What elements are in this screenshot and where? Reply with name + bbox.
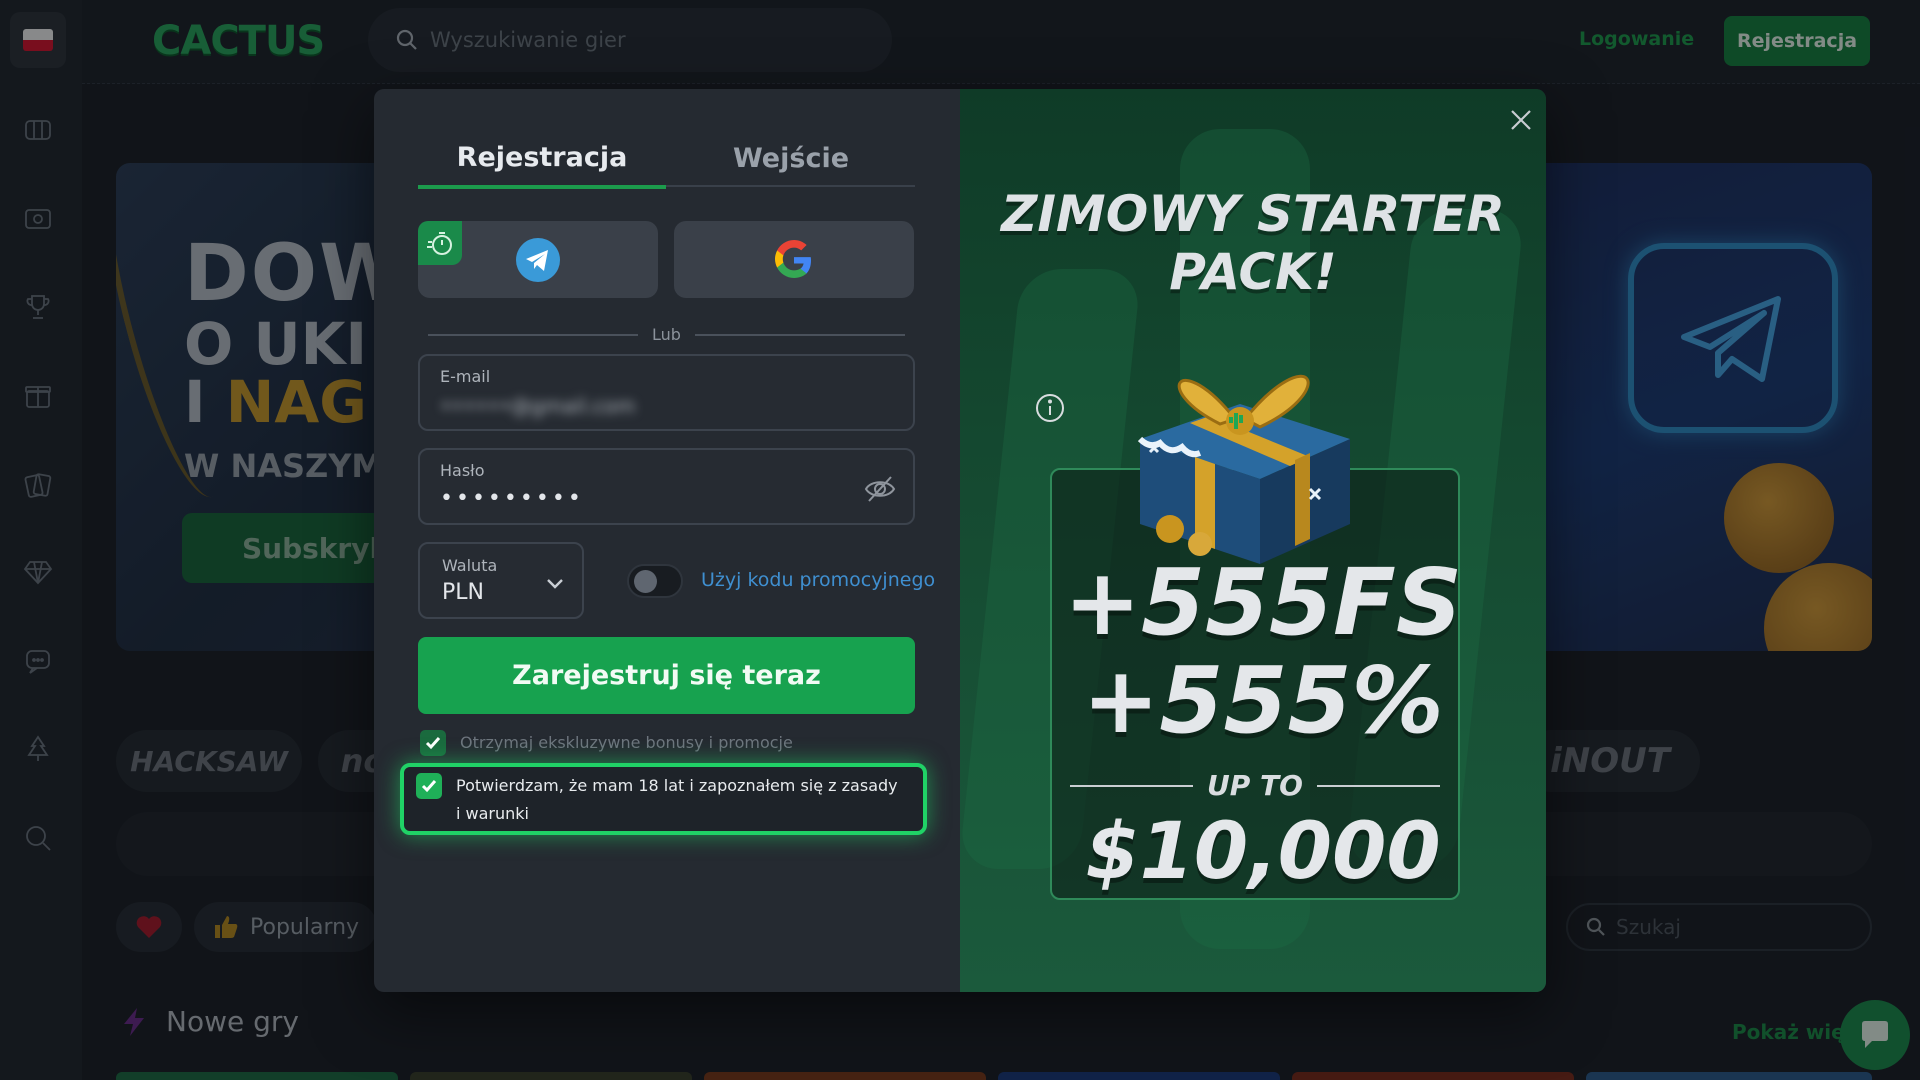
google-icon bbox=[775, 239, 811, 278]
or-divider: Lub bbox=[428, 325, 905, 344]
register-now-button[interactable]: Zarejestruj się teraz bbox=[418, 637, 915, 714]
auth-tabs: Rejestracja Wejście bbox=[418, 129, 915, 189]
terms-consent-label: Potwierdzam, że mam 18 lat i zapoznałem … bbox=[456, 776, 898, 823]
promo-title: ZIMOWY STARTER PACK! bbox=[1001, 185, 1505, 301]
tab-login[interactable]: Wejście bbox=[667, 129, 915, 187]
registration-modal: ZIMOWY STARTER PACK! +555FS +555% UP TO bbox=[374, 89, 1546, 992]
bonus-consent-checkbox[interactable] bbox=[420, 730, 446, 756]
telegram-login-button[interactable] bbox=[418, 221, 658, 298]
info-icon[interactable] bbox=[1034, 392, 1066, 424]
promo-code-toggle[interactable] bbox=[627, 564, 683, 598]
check-icon bbox=[421, 780, 437, 793]
bonus-consent-row[interactable]: Otrzymaj ekskluzywne bonusy i promocje bbox=[420, 729, 793, 757]
currency-label: Waluta bbox=[442, 556, 498, 575]
google-login-button[interactable] bbox=[674, 221, 914, 298]
close-modal-button[interactable] bbox=[1504, 103, 1538, 137]
email-value[interactable]: ••••••@gmail.com bbox=[440, 394, 635, 418]
bonus-max-amount: $10,000 bbox=[1085, 807, 1441, 897]
currency-select[interactable]: Waluta PLN bbox=[418, 542, 584, 619]
stopwatch-icon bbox=[427, 232, 452, 255]
telegram-icon bbox=[516, 237, 560, 282]
bonus-percent: +555% bbox=[1082, 647, 1444, 754]
free-spins-amount: +555FS bbox=[1063, 549, 1463, 656]
fast-signup-badge bbox=[418, 221, 462, 265]
password-label: Hasło bbox=[440, 461, 485, 480]
terms-consent-checkbox[interactable] bbox=[416, 773, 442, 799]
promo-panel: ZIMOWY STARTER PACK! +555FS +555% UP TO bbox=[960, 89, 1546, 992]
promo-code-link[interactable]: Użyj kodu promocyjnego bbox=[701, 569, 935, 591]
email-field[interactable]: E-mail ••••••@gmail.com bbox=[418, 354, 915, 431]
toggle-knob bbox=[634, 570, 657, 593]
chevron-down-icon bbox=[547, 579, 563, 589]
eye-off-icon[interactable] bbox=[863, 472, 897, 506]
gift-box-image bbox=[1137, 374, 1350, 564]
tab-registration[interactable]: Rejestracja bbox=[418, 129, 666, 189]
close-icon bbox=[1511, 110, 1531, 130]
up-to-divider: UP TO bbox=[1050, 769, 1460, 802]
currency-value: PLN bbox=[442, 580, 484, 605]
check-icon bbox=[425, 737, 441, 750]
email-label: E-mail bbox=[440, 367, 491, 386]
password-value[interactable]: ••••••••• bbox=[440, 486, 584, 511]
password-field[interactable]: Hasło ••••••••• bbox=[418, 448, 915, 525]
terms-consent-row[interactable]: Potwierdzam, że mam 18 lat i zapoznałem … bbox=[416, 772, 906, 828]
bonus-consent-label: Otrzymaj ekskluzywne bonusy i promocje bbox=[460, 733, 793, 752]
